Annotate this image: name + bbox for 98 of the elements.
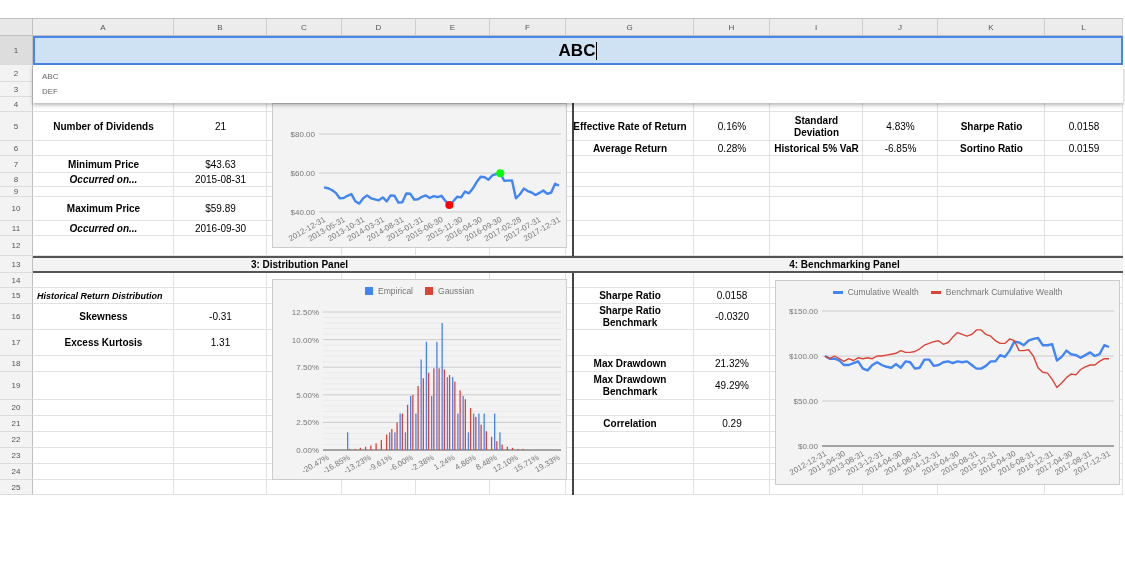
cell-value: 49.29% <box>714 379 750 393</box>
axis-label: $40.00 <box>290 208 315 217</box>
row-label: Sharpe Ratio Benchmark <box>598 304 662 330</box>
row-header[interactable]: 14 <box>0 273 33 288</box>
histogram-bar <box>364 446 367 450</box>
row-header[interactable]: 11 <box>0 221 33 236</box>
column-header[interactable]: B <box>174 18 267 36</box>
select-all-corner[interactable] <box>0 18 33 36</box>
row-label: Maximum Price <box>65 202 142 216</box>
axis-label: $60.00 <box>290 169 315 178</box>
row-header[interactable]: 7 <box>0 156 33 173</box>
legend-label: Gaussian <box>438 286 474 296</box>
row-header[interactable]: 4 <box>0 97 33 112</box>
column-header[interactable]: F <box>490 18 566 36</box>
axis-label: 12.50% <box>291 308 319 317</box>
column-header[interactable]: K <box>938 18 1045 36</box>
axis-label: $0.00 <box>797 442 818 451</box>
row-label: Sharpe Ratio <box>598 289 662 303</box>
row-label: Average Return <box>591 141 669 156</box>
column-header[interactable]: H <box>694 18 770 36</box>
row-label: Minimum Price <box>66 157 141 172</box>
row-header[interactable]: 17 <box>0 330 33 356</box>
row-label: Occurred on... <box>68 221 139 236</box>
row-label: Historical 5% VaR <box>773 141 860 156</box>
row-label: Correlation <box>602 417 658 431</box>
row-header[interactable]: 18 <box>0 356 33 372</box>
row-header[interactable]: 6 <box>0 141 33 156</box>
column-header[interactable]: E <box>416 18 490 36</box>
row-label: Occurred on... <box>68 173 139 187</box>
axis-label: 7.50% <box>296 363 319 373</box>
axis-label: 5.00% <box>296 390 319 400</box>
row-header[interactable]: 21 <box>0 416 33 432</box>
cell-value: -0.0320 <box>714 310 750 324</box>
legend-label: Benchmark Cumulative Wealth <box>945 287 1063 297</box>
row-header[interactable]: 5 <box>0 112 33 141</box>
row-header[interactable]: 1 <box>0 36 33 65</box>
cell-value: 21 <box>213 119 228 134</box>
row-header[interactable]: 20 <box>0 400 33 416</box>
row-header[interactable]: 12 <box>0 236 33 256</box>
row-header[interactable]: 19 <box>0 372 33 400</box>
cell-value: $43.63 <box>204 157 237 172</box>
cell-value: 0.0158 <box>1067 119 1101 134</box>
autocomplete-item[interactable]: DEF <box>33 87 58 96</box>
row-label: Sortino Ratio <box>959 141 1024 156</box>
cell-value: 2016-09-30 <box>193 221 248 236</box>
axis-label: 10.00% <box>291 335 319 345</box>
cell-value: 0.28% <box>716 141 748 156</box>
section-title: Historical Return Distribution <box>36 290 164 303</box>
panel-header: 4: Benchmarking Panel <box>566 256 1123 273</box>
row-label: Number of Dividends <box>52 119 155 134</box>
row-label: Standard Deviation <box>793 113 840 140</box>
cell-value: 0.29 <box>721 417 743 431</box>
cell-value: 0.16% <box>716 119 748 134</box>
row-header[interactable]: 13 <box>0 256 33 273</box>
column-header[interactable]: A <box>33 18 174 36</box>
row-header[interactable]: 2 <box>0 65 33 82</box>
legend-label: Cumulative Wealth <box>847 287 919 297</box>
legend-label: Empirical <box>378 286 413 296</box>
row-header[interactable]: 22 <box>0 432 33 448</box>
cell-value: 1.31 <box>209 336 232 350</box>
column-header[interactable]: L <box>1045 18 1123 36</box>
axis-label: $80.00 <box>290 130 315 139</box>
row-label: Max Drawdown <box>592 357 668 371</box>
row-header[interactable]: 9 <box>0 187 33 197</box>
row-label: Skewness <box>78 310 129 324</box>
cell-value: 21.32% <box>714 357 750 371</box>
column-header[interactable]: G <box>566 18 694 36</box>
column-header[interactable]: I <box>770 18 863 36</box>
row-header[interactable]: 25 <box>0 480 33 495</box>
cell-value: 4.83% <box>885 119 916 134</box>
panel-header: 3: Distribution Panel <box>33 256 566 273</box>
cell-value: -6.85% <box>883 141 918 156</box>
axis-label: 2.50% <box>296 418 319 428</box>
row-header[interactable]: 8 <box>0 173 33 187</box>
cell-value: $59.89 <box>204 202 237 216</box>
axis-label: $50.00 <box>793 397 818 406</box>
row-header[interactable]: 23 <box>0 448 33 464</box>
axis-label: $150.00 <box>789 307 818 316</box>
column-header[interactable]: D <box>342 18 416 36</box>
column-header[interactable]: C <box>267 18 342 36</box>
row-header[interactable]: 15 <box>0 288 33 304</box>
row-header[interactable]: 24 <box>0 464 33 480</box>
row-label: Max Drawdown Benchmark <box>592 373 668 399</box>
cell-value: 2015-08-31 <box>193 173 248 187</box>
row-header[interactable]: 3 <box>0 82 33 97</box>
row-header[interactable]: 16 <box>0 304 33 330</box>
row-header[interactable]: 10 <box>0 197 33 221</box>
cell-value: 0.0159 <box>1067 141 1101 156</box>
axis-label: $100.00 <box>789 352 818 361</box>
cell-value: 0.0158 <box>715 289 749 303</box>
row-label: Excess Kurtosis <box>63 336 144 350</box>
cell-value: -0.31 <box>208 310 233 324</box>
cell-editor[interactable]: ABC <box>33 36 1123 65</box>
row-label: Sharpe Ratio <box>959 119 1024 134</box>
axis-label: 0.00% <box>296 446 319 455</box>
column-header[interactable]: J <box>863 18 938 36</box>
row-label: Effective Rate of Return <box>572 119 688 134</box>
autocomplete-item[interactable]: ABC <box>33 72 59 81</box>
